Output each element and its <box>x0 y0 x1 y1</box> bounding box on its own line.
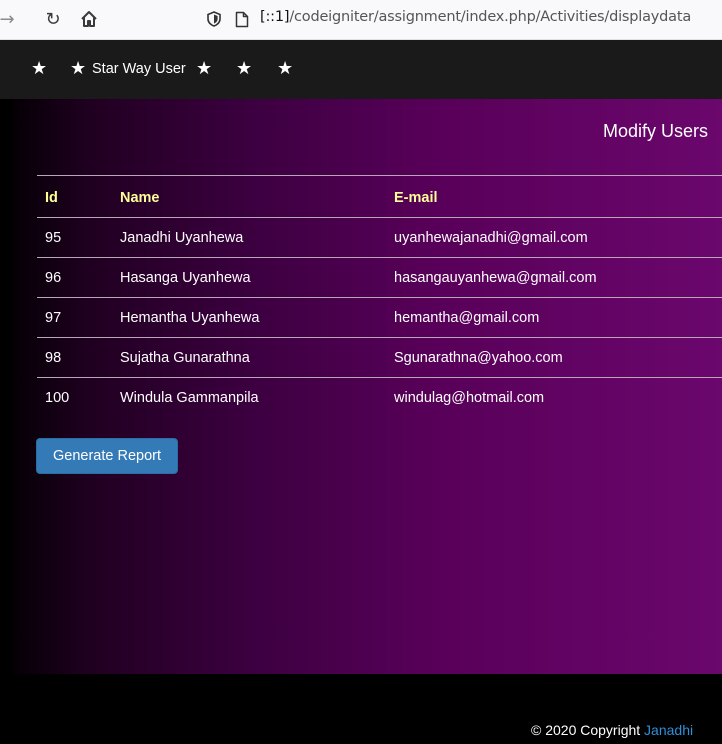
table-row: 97 Hemantha Uyanhewa hemantha@gmail.com <box>37 297 722 337</box>
cell-id: 100 <box>45 390 70 406</box>
copyright-text: © 2020 Copyright <box>531 722 641 738</box>
column-header-email: E-mail <box>394 190 438 206</box>
cell-id: 96 <box>45 270 62 286</box>
star-icon: ★ <box>70 58 87 79</box>
cell-email: hemantha@gmail.com <box>394 310 540 326</box>
footer: © 2020 Copyright Janadhi <box>0 674 722 744</box>
page-title: Modify Users <box>603 121 709 141</box>
cell-name: Sujatha Gunarathna <box>120 350 250 366</box>
left-strip <box>0 99 13 744</box>
home-icon[interactable] <box>76 6 102 32</box>
forward-icon[interactable]: → <box>0 6 20 32</box>
brand-link[interactable]: Star Way User <box>92 59 186 79</box>
column-header-name: Name <box>120 190 160 206</box>
footer-copyright: © 2020 Copyright Janadhi <box>531 722 693 738</box>
cell-id: 98 <box>45 350 62 366</box>
cell-email: windulag@hotmail.com <box>394 390 545 406</box>
users-table: Id Name E-mail 95 Janadhi Uyanhewa uyanh… <box>37 175 722 415</box>
url-host: [::1] <box>260 9 290 25</box>
star-icon: ★ <box>236 58 253 79</box>
address-bar[interactable]: [::1]/codeigniter/assignment/index.php/A… <box>260 9 691 25</box>
url-path: /codeigniter/assignment/index.php/Activi… <box>289 9 692 25</box>
star-icon: ★ <box>31 58 48 79</box>
browser-toolbar: → ↻ [::1]/codeigniter/assignment/index.p… <box>0 0 722 40</box>
star-icon: ★ <box>196 58 213 79</box>
column-header-id: Id <box>45 190 58 206</box>
main-content: Modify Users Id Name E-mail 95 Janadhi U… <box>0 99 722 744</box>
table-row: 98 Sujatha Gunarathna Sgunarathna@yahoo.… <box>37 337 722 377</box>
cell-name: Windula Gammanpila <box>120 390 259 406</box>
cell-email: uyanhewajanadhi@gmail.com <box>394 230 588 246</box>
cell-name: Janadhi Uyanhewa <box>120 230 244 246</box>
brand-label: Star Way User <box>92 61 186 77</box>
star-icon: ★ <box>277 58 294 79</box>
table-header-row: Id Name E-mail <box>37 175 722 217</box>
cell-email: Sgunarathna@yahoo.com <box>394 350 563 366</box>
reload-icon[interactable]: ↻ <box>40 6 66 32</box>
cell-id: 95 <box>45 230 62 246</box>
generate-report-button[interactable]: Generate Report <box>36 438 178 474</box>
cell-id: 97 <box>45 310 62 326</box>
cell-name: Hemantha Uyanhewa <box>120 310 260 326</box>
footer-author-link[interactable]: Janadhi <box>644 722 693 738</box>
page-icon <box>233 9 251 29</box>
table-row: 96 Hasanga Uyanhewa hasangauyanhewa@gmai… <box>37 257 722 297</box>
cell-name: Hasanga Uyanhewa <box>120 270 251 286</box>
navbar: ★ ★ Star Way User ★ ★ ★ <box>0 40 722 99</box>
cell-email: hasangauyanhewa@gmail.com <box>394 270 597 286</box>
table-row: 100 Windula Gammanpila windulag@hotmail.… <box>37 377 722 417</box>
table-row: 95 Janadhi Uyanhewa uyanhewajanadhi@gmai… <box>37 217 722 257</box>
shield-icon[interactable] <box>205 9 223 29</box>
